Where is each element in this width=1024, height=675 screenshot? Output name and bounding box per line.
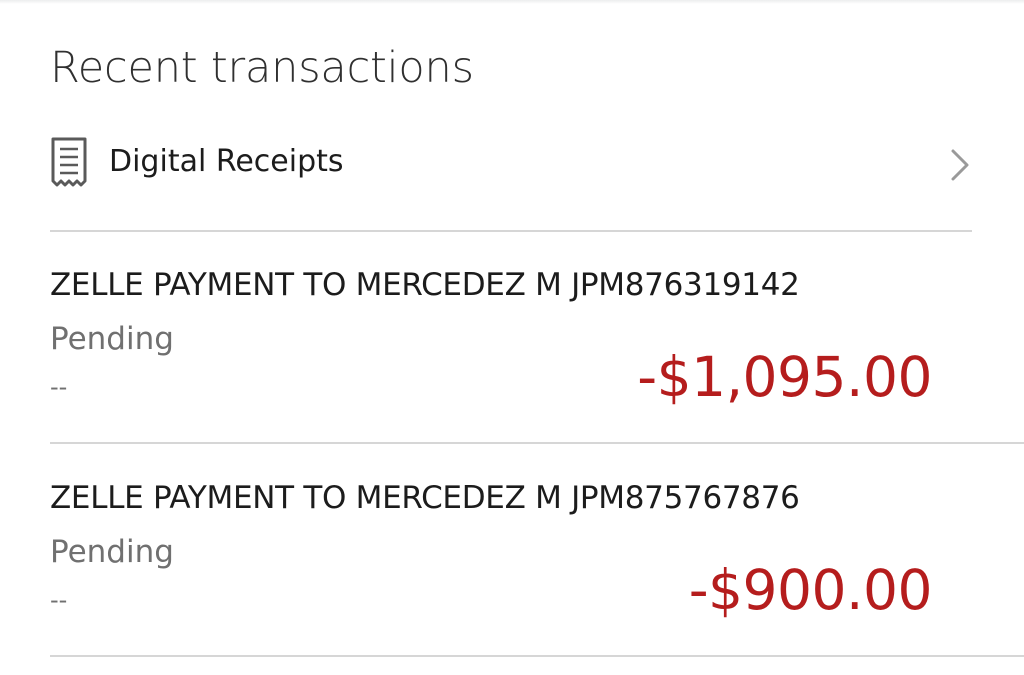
transaction-status: Pending (50, 534, 174, 570)
digital-receipts-label: Digital Receipts (109, 144, 344, 179)
page-title: Recent transactions (50, 43, 474, 93)
transaction-row[interactable]: ZELLE PAYMENT TO MERCEDEZ M JPM875767876… (50, 475, 950, 675)
chevron-right-icon (950, 148, 970, 182)
transaction-date: -- (50, 373, 68, 401)
transaction-date: -- (50, 586, 68, 614)
transaction-amount: -$1,095.00 (637, 345, 932, 409)
divider (50, 655, 1024, 657)
transaction-description: ZELLE PAYMENT TO MERCEDEZ M JPM875767876 (50, 480, 800, 516)
transaction-description: ZELLE PAYMENT TO MERCEDEZ M JPM876319142 (50, 267, 800, 303)
transaction-status: Pending (50, 321, 174, 357)
header-shadow (0, 0, 1024, 4)
divider (50, 230, 972, 232)
divider (50, 442, 1024, 444)
receipt-icon (50, 136, 88, 188)
transaction-amount: -$900.00 (688, 558, 933, 622)
digital-receipts-link[interactable]: Digital Receipts (50, 128, 972, 202)
transaction-row[interactable]: ZELLE PAYMENT TO MERCEDEZ M JPM876319142… (50, 262, 950, 462)
